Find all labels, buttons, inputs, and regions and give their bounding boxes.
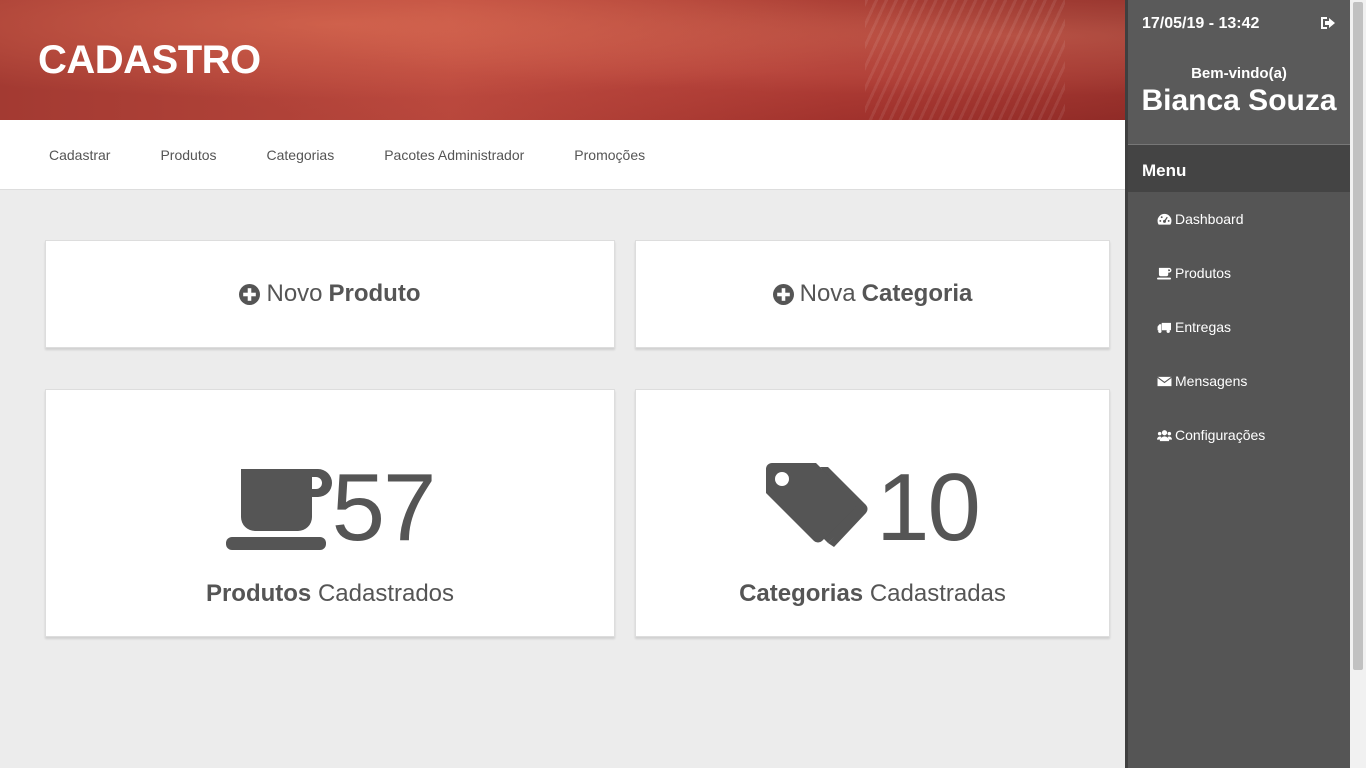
coffee-icon	[1157, 267, 1172, 280]
user-panel: 17/05/19 - 13:42 Bem-vindo(a) Bianca Sou…	[1128, 0, 1350, 145]
sidebar-item-label: Mensagens	[1175, 373, 1248, 389]
new-product-prefix: Novo	[266, 280, 323, 307]
tags-icon	[766, 463, 868, 547]
sidebar: 17/05/19 - 13:42 Bem-vindo(a) Bianca Sou…	[1125, 0, 1350, 768]
menu-title: Menu	[1128, 145, 1350, 192]
banner-decoration	[865, 0, 1065, 120]
page-title: CADASTRO	[38, 38, 261, 82]
sidebar-item-label: Configurações	[1175, 427, 1266, 443]
scrollbar-thumb[interactable]	[1353, 2, 1363, 670]
coffee-cup-icon	[225, 469, 332, 550]
products-stat-card: 57 Produtos Cadastrados	[45, 389, 615, 637]
users-icon	[1157, 429, 1172, 441]
nav-cadastrar[interactable]: Cadastrar	[24, 147, 135, 163]
top-nav: Cadastrar Produtos Categorias Pacotes Ad…	[0, 120, 1125, 190]
nav-categorias[interactable]: Categorias	[242, 147, 360, 163]
user-name: Bianca Souza	[1141, 84, 1337, 117]
nav-produtos[interactable]: Produtos	[135, 147, 241, 163]
scrollbar[interactable]	[1350, 0, 1366, 768]
truck-icon	[1157, 322, 1171, 333]
categories-label-rest: Cadastradas	[869, 580, 1006, 607]
new-product-bold: Produto	[328, 280, 421, 307]
new-category-bold: Categoria	[861, 280, 973, 307]
datetime: 17/05/19 - 13:42	[1142, 15, 1260, 32]
products-label-bold: Produtos	[205, 580, 312, 607]
sidebar-item-entregas[interactable]: Entregas	[1128, 300, 1350, 354]
sidebar-item-label: Entregas	[1175, 319, 1232, 335]
plus-circle-icon	[239, 283, 261, 305]
envelope-icon	[1157, 376, 1172, 386]
sidebar-item-label: Dashboard	[1175, 211, 1244, 227]
welcome-text: Bem-vindo(a)	[1191, 65, 1287, 82]
plus-circle-icon	[772, 283, 794, 305]
logout-icon[interactable]	[1320, 15, 1336, 31]
new-category-button[interactable]: Nova Categoria	[635, 240, 1110, 348]
new-category-prefix: Nova	[799, 280, 856, 307]
sidebar-item-dashboard[interactable]: Dashboard	[1128, 192, 1350, 246]
categories-label-bold: Categorias	[739, 580, 864, 607]
products-label-rest: Cadastrados	[317, 580, 455, 607]
categories-stat-card: 10 Categorias Cadastradas	[635, 389, 1110, 637]
categories-count: 10	[876, 454, 981, 561]
sidebar-item-configuracoes[interactable]: Configurações	[1128, 408, 1350, 462]
products-count: 57	[331, 454, 437, 561]
products-stat-label: Produtos Cadastrados	[46, 580, 614, 608]
nav-promocoes[interactable]: Promoções	[549, 147, 670, 163]
sidebar-item-label: Produtos	[1175, 265, 1232, 281]
sidebar-item-produtos[interactable]: Produtos	[1128, 246, 1350, 300]
nav-pacotes-administrador[interactable]: Pacotes Administrador	[359, 147, 549, 163]
new-product-button[interactable]: Novo Produto	[45, 240, 615, 348]
dashboard-icon	[1157, 213, 1172, 225]
categories-stat-label: Categorias Cadastradas	[636, 580, 1109, 608]
header-banner: CADASTRO	[0, 0, 1125, 120]
sidebar-item-mensagens[interactable]: Mensagens	[1128, 354, 1350, 408]
